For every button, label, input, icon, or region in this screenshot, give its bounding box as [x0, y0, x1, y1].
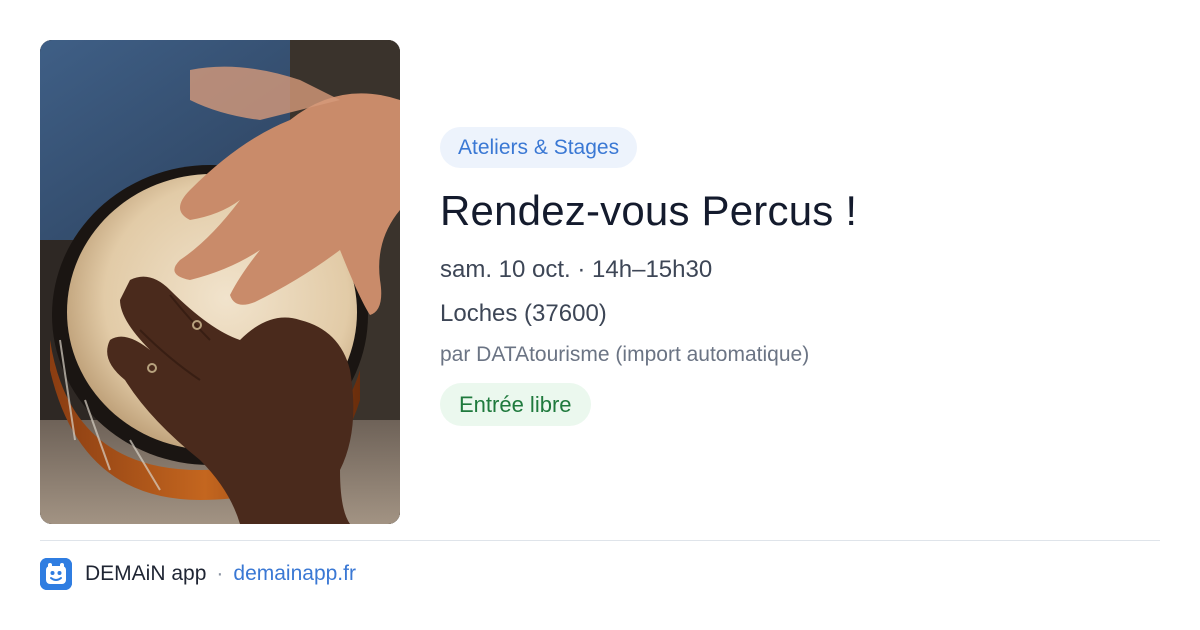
category-chip[interactable]: Ateliers & Stages [440, 127, 638, 168]
event-photo [40, 40, 400, 524]
app-name: DEMAiN app [85, 562, 207, 585]
demain-logo-icon[interactable] [40, 558, 72, 590]
footer-separator: · [216, 562, 224, 585]
event-share-card: Ateliers & Stages Rendez-vous Percus ! s… [0, 0, 1200, 630]
event-location: Loches (37600) [440, 300, 607, 327]
event-info: Ateliers & Stages Rendez-vous Percus ! s… [440, 127, 1160, 426]
price-chip: Entrée libre [440, 383, 591, 426]
djembe-hands-image [40, 40, 400, 524]
event-title: Rendez-vous Percus ! [440, 187, 858, 234]
event-date-time: sam. 10 oct. · 14h–15h30 [440, 256, 713, 283]
domain-link[interactable]: demainapp.fr [233, 562, 356, 586]
footer: DEMAiN app · demainapp.fr [40, 558, 356, 590]
footer-divider [40, 540, 1160, 541]
event-source: par DATAtourisme (import automatique) [440, 343, 810, 366]
